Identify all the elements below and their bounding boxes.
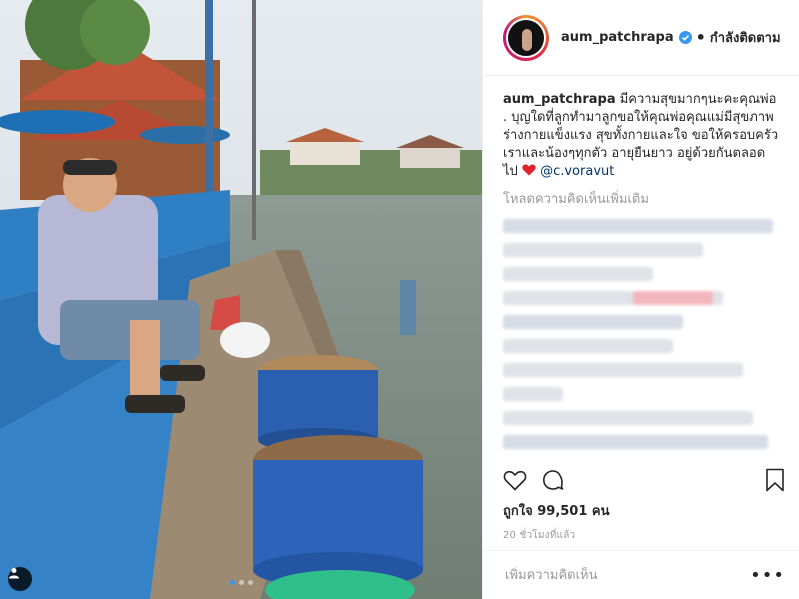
avatar[interactable] — [506, 17, 546, 58]
carousel-dot[interactable] — [229, 580, 235, 585]
comment-icon[interactable] — [541, 468, 565, 492]
following-button[interactable]: กำลังติดตาม — [710, 27, 781, 48]
separator-dot: • — [695, 28, 706, 47]
blurred-comment — [503, 411, 753, 425]
avatar-story-ring[interactable] — [503, 14, 549, 61]
post-photo[interactable] — [0, 0, 482, 599]
likes-count[interactable]: ถูกใจ 99,501 คน — [503, 500, 610, 521]
load-more-comments-link[interactable]: โหลดความคิดเห็นเพิ่มเติม — [503, 191, 779, 209]
post-timestamp[interactable]: 20 ชั่วโมงที่แล้ว — [503, 528, 575, 543]
blurred-comment — [503, 435, 768, 449]
heart-icon[interactable] — [503, 469, 527, 491]
blurred-comment — [503, 387, 563, 401]
blurred-comments — [503, 219, 779, 449]
user-tag-icon[interactable] — [8, 567, 32, 591]
add-comment-bar: ••• — [483, 550, 799, 599]
carousel-dot[interactable] — [247, 580, 253, 585]
post-header: aum_patchrapa • กำลังติดตาม — [483, 0, 799, 76]
blurred-comment — [503, 339, 673, 353]
comment-input[interactable] — [503, 566, 751, 584]
blurred-comment — [503, 243, 703, 257]
blurred-comment — [503, 291, 723, 305]
post-side-panel: aum_patchrapa • กำลังติดตาม aum_patchrap… — [482, 0, 799, 599]
verified-badge-icon — [678, 31, 692, 44]
bookmark-icon[interactable] — [765, 468, 785, 492]
carousel-dots — [0, 580, 482, 585]
username-link[interactable]: aum_patchrapa — [561, 30, 674, 45]
comments-area: aum_patchrapa มีความสุขมากๆนะคะคุณพ่อ . … — [483, 76, 799, 449]
photo-scene — [0, 0, 482, 599]
carousel-dot[interactable] — [238, 580, 244, 585]
blurred-comment — [503, 219, 773, 233]
mention-link[interactable]: @c.voravut — [540, 164, 614, 179]
caption: aum_patchrapa มีความสุขมากๆนะคะคุณพ่อ . … — [503, 91, 779, 181]
blurred-comment — [503, 363, 743, 377]
caption-username[interactable]: aum_patchrapa — [503, 92, 616, 107]
more-options-icon[interactable]: ••• — [750, 565, 785, 586]
red-heart-emoji-icon — [522, 164, 536, 176]
blurred-comment — [503, 267, 653, 281]
blurred-comment — [503, 315, 683, 329]
post-actions — [503, 465, 785, 495]
